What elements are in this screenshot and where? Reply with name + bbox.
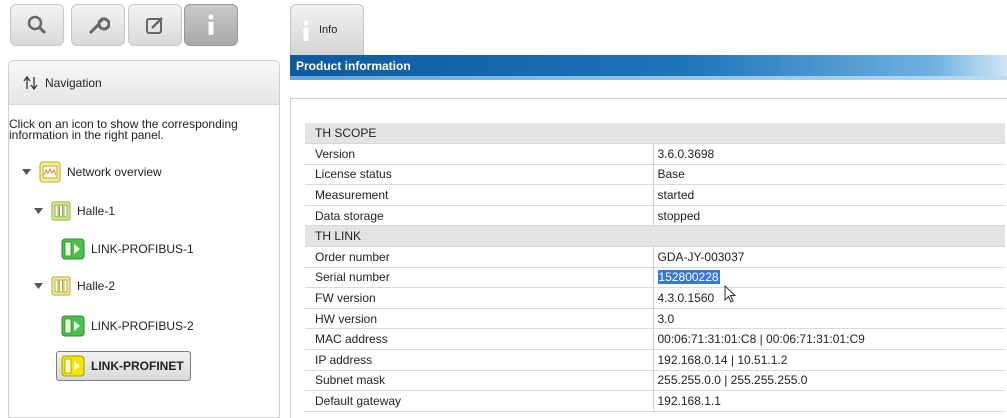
device-green-icon: [61, 315, 85, 337]
tree-node-network-overview[interactable]: Network overview: [19, 161, 162, 183]
table-row: Order number GDA-JY-003037: [305, 246, 1005, 268]
table-row: Version 3.6.0.3698: [305, 143, 1005, 165]
device-green-icon: [61, 238, 85, 260]
search-icon: [27, 15, 47, 35]
toolbar: [10, 4, 280, 48]
expand-arrow-icon[interactable]: [31, 208, 45, 214]
tree-node-link-profibus-1[interactable]: LINK-PROFIBUS-1: [61, 238, 194, 260]
rack-icon: [51, 276, 71, 296]
device-yellow-icon: [61, 355, 85, 377]
table-row: License status Base: [305, 164, 1005, 186]
table-row: Measurement started: [305, 184, 1005, 206]
table-row: Subnet mask 255.255.0.0 | 255.255.255.0: [305, 370, 1005, 392]
table-row: Data storage stopped: [305, 205, 1005, 227]
tab-info[interactable]: Info: [290, 4, 364, 55]
table-row: MAC address 00:06:71:31:01:C8 | 00:06:71…: [305, 328, 1005, 351]
info-icon: [303, 20, 309, 41]
tree-node-link-profibus-2[interactable]: LINK-PROFIBUS-2: [61, 315, 194, 337]
wrench-icon: [88, 17, 110, 35]
tree-node-halle-1[interactable]: Halle-1: [31, 201, 115, 221]
selected-serial-number[interactable]: 152800228: [657, 270, 720, 285]
table-row: IP address 192.168.0.14 | 10.51.1.2: [305, 349, 1005, 371]
sort-icon: [23, 75, 38, 90]
rack-icon: [51, 201, 71, 221]
info-content-panel: TH SCOPE Version 3.6.0.3698 License stat…: [290, 98, 1007, 418]
table-row: Serial number 152800228: [305, 267, 1005, 289]
table-row: HW version 3.0: [305, 308, 1005, 330]
navigation-header: Navigation: [9, 61, 279, 105]
expand-arrow-icon[interactable]: [19, 169, 33, 175]
tree-node-link-profinet[interactable]: LINK-PROFINET: [56, 351, 191, 381]
info-button[interactable]: [184, 4, 238, 46]
navigation-panel: Navigation Click on an icon to show the …: [8, 60, 280, 418]
tree-node-halle-2[interactable]: Halle-2: [31, 276, 115, 296]
edit-button[interactable]: [128, 4, 182, 46]
navigation-title: Navigation: [45, 75, 102, 90]
table-section-header: TH SCOPE: [305, 123, 1005, 145]
navigation-help-text: Click on an icon to show the correspondi…: [9, 117, 238, 142]
tab-info-label: Info: [319, 24, 338, 36]
info-icon: [208, 14, 214, 35]
table-row: FW version 4.3.0.1560: [305, 287, 1005, 309]
panel-title-bar: Product information: [290, 55, 1007, 80]
mouse-cursor-icon: [724, 285, 737, 303]
edit-icon: [146, 17, 163, 34]
panel-title: Product information: [296, 59, 411, 73]
table-section-header: TH LINK: [305, 225, 1005, 248]
expand-arrow-icon[interactable]: [31, 283, 45, 289]
network-icon: [39, 161, 61, 183]
table-row: Default gateway 192.168.1.1: [305, 390, 1005, 412]
settings-button[interactable]: [71, 4, 125, 46]
search-button[interactable]: [10, 4, 64, 46]
product-info-table: TH SCOPE Version 3.6.0.3698 License stat…: [305, 123, 1005, 412]
